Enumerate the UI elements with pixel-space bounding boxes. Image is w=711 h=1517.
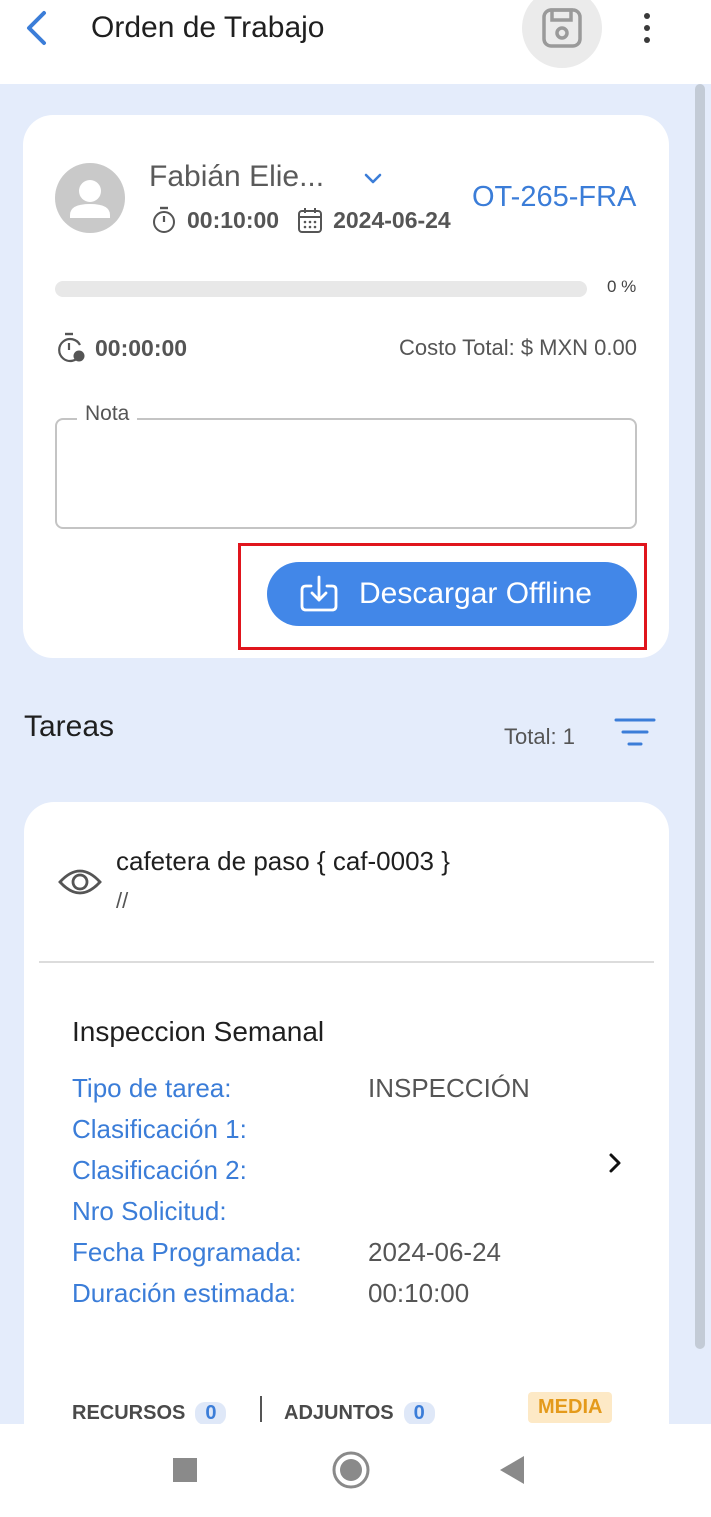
chevron-down-icon[interactable] bbox=[361, 167, 385, 191]
field-label: Fecha Programada: bbox=[72, 1237, 302, 1267]
filter-icon bbox=[614, 718, 656, 746]
task-field: Duración estimada: 00:10:00 bbox=[72, 1273, 469, 1314]
elapsed-time: 00:00:00 bbox=[95, 334, 188, 361]
chevron-right-icon[interactable] bbox=[604, 1148, 626, 1178]
note-label: Nota bbox=[77, 402, 138, 426]
page-title: Orden de Trabajo bbox=[91, 11, 325, 44]
save-button[interactable] bbox=[522, 0, 602, 68]
stopwatch-icon bbox=[153, 206, 175, 233]
app-bar: Orden de Trabajo bbox=[0, 0, 711, 84]
task-field: Clasificación 1: bbox=[72, 1109, 368, 1150]
task-footer: RECURSOS 0 ADJUNTOS 0 MEDIA bbox=[72, 1392, 632, 1424]
note-field[interactable]: Nota bbox=[55, 402, 637, 529]
order-duration: 00:10:00 bbox=[187, 206, 280, 233]
field-label: Clasificación 1: bbox=[72, 1114, 247, 1144]
field-label: Tipo de tarea: bbox=[72, 1073, 232, 1103]
total-cost: Costo Total: $ MXN 0.00 bbox=[398, 335, 637, 360]
tasks-total: Total: 1 bbox=[504, 724, 575, 749]
progress-label: 0 % bbox=[607, 277, 637, 296]
user-icon bbox=[70, 180, 110, 218]
resources-label: RECURSOS bbox=[72, 1402, 186, 1424]
task-name: Inspeccion Semanal bbox=[72, 1016, 325, 1047]
task-card[interactable]: cafetera de paso { caf-0003 } // Inspecc… bbox=[24, 802, 669, 1424]
order-meta: 00:10:00 2024-06-24 bbox=[151, 205, 451, 235]
scrollbar[interactable] bbox=[695, 84, 705, 1349]
attachments-label: ADJUNTOS bbox=[284, 1402, 394, 1424]
tasks-title: Tareas bbox=[24, 710, 115, 743]
resources-tab[interactable]: RECURSOS 0 bbox=[72, 1402, 227, 1424]
download-icon bbox=[300, 575, 338, 612]
elapsed-timer[interactable]: 00:00:00 bbox=[55, 331, 187, 365]
download-offline-button[interactable]: Descargar Offline bbox=[267, 562, 637, 626]
assignee-name[interactable]: Fabián Elie... bbox=[149, 159, 324, 195]
asset-subtitle: // bbox=[116, 888, 129, 913]
recents-square-icon bbox=[173, 1458, 197, 1482]
attachments-count: 0 bbox=[403, 1402, 435, 1424]
field-label: Clasificación 2: bbox=[72, 1155, 247, 1185]
timer-record-icon bbox=[58, 332, 85, 363]
home-circle-icon bbox=[332, 1451, 370, 1489]
footer-separator bbox=[260, 1396, 262, 1422]
back-button[interactable] bbox=[14, 6, 58, 50]
filter-button[interactable] bbox=[612, 712, 658, 752]
task-field: Tipo de tarea: INSPECCIÓN bbox=[72, 1068, 530, 1109]
more-vert-icon bbox=[644, 13, 650, 19]
progress-bar bbox=[55, 281, 587, 297]
field-value: 2024-06-24 bbox=[368, 1237, 501, 1267]
recents-button[interactable] bbox=[163, 1448, 207, 1492]
task-field: Fecha Programada: 2024-06-24 bbox=[72, 1232, 501, 1273]
content-area[interactable]: Fabián Elie... 00:10:00 2024-06-24 OT-26… bbox=[0, 84, 711, 1424]
priority-badge: MEDIA bbox=[528, 1392, 613, 1423]
attachments-tab[interactable]: ADJUNTOS 0 bbox=[284, 1402, 435, 1424]
save-icon bbox=[542, 8, 582, 48]
asset-title: cafetera de paso { caf-0003 } bbox=[116, 846, 450, 876]
system-back-button[interactable] bbox=[490, 1448, 534, 1492]
divider bbox=[39, 961, 654, 963]
system-nav-bar bbox=[0, 1424, 711, 1517]
field-label: Nro Solicitud: bbox=[72, 1196, 227, 1226]
task-field: Nro Solicitud: bbox=[72, 1191, 368, 1232]
avatar bbox=[55, 163, 125, 233]
field-value: 00:10:00 bbox=[368, 1278, 470, 1308]
order-date: 2024-06-24 bbox=[333, 206, 451, 233]
back-triangle-icon bbox=[500, 1456, 524, 1484]
task-field: Clasificación 2: bbox=[72, 1150, 368, 1191]
eye-icon[interactable] bbox=[58, 864, 102, 900]
download-offline-label: Descargar Offline bbox=[359, 577, 592, 610]
calendar-icon bbox=[298, 208, 323, 233]
order-code[interactable]: OT-265-FRA bbox=[472, 179, 636, 215]
home-button[interactable] bbox=[329, 1448, 373, 1492]
order-card: Fabián Elie... 00:10:00 2024-06-24 OT-26… bbox=[23, 115, 669, 658]
chevron-left-icon bbox=[27, 11, 46, 45]
field-value: INSPECCIÓN bbox=[368, 1073, 530, 1103]
field-label: Duración estimada: bbox=[72, 1278, 296, 1308]
note-input[interactable] bbox=[69, 436, 625, 516]
resources-count: 0 bbox=[195, 1402, 227, 1424]
more-options-button[interactable] bbox=[626, 6, 668, 50]
